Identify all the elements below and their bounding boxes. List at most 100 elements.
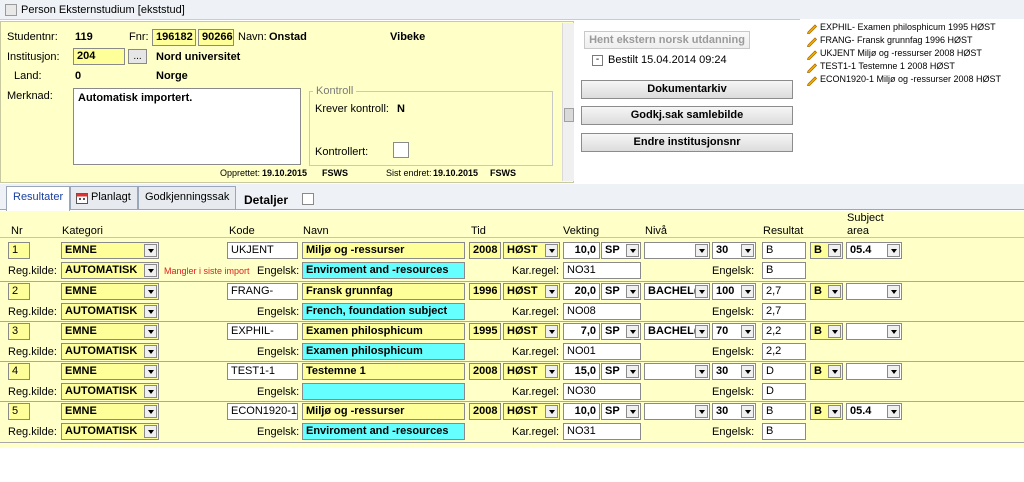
niva-kode-select[interactable]: 30 [712, 403, 756, 420]
subject-area-select[interactable]: 05.4 [846, 242, 902, 259]
dropdown-button[interactable] [695, 365, 708, 378]
dropdown-button[interactable] [545, 365, 558, 378]
dropdown-button[interactable] [545, 405, 558, 418]
document-item[interactable]: UKJENT Miljø og -ressurser 2008 HØST [806, 47, 1022, 60]
dropdown-button[interactable] [545, 325, 558, 338]
dropdown-button[interactable] [626, 285, 639, 298]
vekting-field[interactable]: 7,0 [563, 323, 600, 340]
kar-regel-field[interactable]: NO01 [563, 343, 641, 360]
header-scrollbar[interactable] [562, 23, 574, 181]
dropdown-button[interactable] [144, 405, 157, 418]
dropdown-button[interactable] [144, 264, 157, 277]
resultat-engelsk-field[interactable]: 2,7 [762, 303, 806, 320]
dropdown-button[interactable] [144, 285, 157, 298]
dropdown-button[interactable] [545, 244, 558, 257]
dropdown-button[interactable] [144, 385, 157, 398]
row-nr[interactable]: 1 [8, 242, 30, 259]
reg-kilde-select[interactable]: AUTOMATISK [61, 383, 159, 400]
resultat-engelsk-field[interactable]: 2,2 [762, 343, 806, 360]
subject-area-select[interactable] [846, 283, 902, 300]
dropdown-button[interactable] [695, 285, 708, 298]
endre-institusjonsnr-button[interactable]: Endre institusjonsnr [581, 133, 793, 152]
dropdown-button[interactable] [144, 365, 157, 378]
dropdown-button[interactable] [626, 405, 639, 418]
aar-field[interactable]: 1995 [469, 323, 501, 340]
dropdown-button[interactable] [144, 425, 157, 438]
kode-field[interactable]: FRANG- [227, 283, 298, 300]
dropdown-button[interactable] [887, 405, 900, 418]
dropdown-button[interactable] [887, 285, 900, 298]
dropdown-button[interactable] [626, 325, 639, 338]
kar-regel-field[interactable]: NO31 [563, 423, 641, 440]
reg-kilde-select[interactable]: AUTOMATISK [61, 423, 159, 440]
vekting-field[interactable]: 15,0 [563, 363, 600, 380]
fnr-date-field[interactable]: 196182 [152, 29, 196, 46]
kategori-select[interactable]: EMNE [61, 323, 159, 340]
fnr-number-field[interactable]: 90266 [198, 29, 234, 46]
resultat-select[interactable]: B [810, 363, 843, 380]
row-nr[interactable]: 5 [8, 403, 30, 420]
resultat-field[interactable]: D [762, 363, 806, 380]
resultat-select[interactable]: B [810, 242, 843, 259]
resultat-select[interactable]: B [810, 403, 843, 420]
merknad-textarea[interactable]: Automatisk importert. [73, 88, 301, 165]
dropdown-button[interactable] [741, 285, 754, 298]
reg-kilde-select[interactable]: AUTOMATISK [61, 262, 159, 279]
kategori-select[interactable]: EMNE [61, 242, 159, 259]
row-nr[interactable]: 3 [8, 323, 30, 340]
tab-planlagt[interactable]: Planlagt [70, 186, 138, 209]
niva-select[interactable]: BACHEL( [644, 323, 710, 340]
reg-kilde-select[interactable]: AUTOMATISK [61, 303, 159, 320]
termin-select[interactable]: HØST [503, 363, 560, 380]
kode-field[interactable]: UKJENT [227, 242, 298, 259]
niva-select[interactable] [644, 403, 710, 420]
vekting-field[interactable]: 10,0 [563, 242, 600, 259]
dropdown-button[interactable] [828, 405, 841, 418]
vekting-field[interactable]: 20,0 [563, 283, 600, 300]
dropdown-button[interactable] [828, 244, 841, 257]
kar-regel-field[interactable]: NO30 [563, 383, 641, 400]
resultat-field[interactable]: 2,7 [762, 283, 806, 300]
dropdown-button[interactable] [695, 325, 708, 338]
dokumentarkiv-button[interactable]: Dokumentarkiv [581, 80, 793, 99]
dropdown-button[interactable] [695, 244, 708, 257]
niva-select[interactable]: BACHEL( [644, 283, 710, 300]
kontrollert-checkbox[interactable] [393, 142, 409, 158]
dropdown-button[interactable] [144, 305, 157, 318]
niva-select[interactable] [644, 363, 710, 380]
aar-field[interactable]: 2008 [469, 242, 501, 259]
vekting-field[interactable]: 10,0 [563, 403, 600, 420]
aar-field[interactable]: 1996 [469, 283, 501, 300]
kar-regel-field[interactable]: NO08 [563, 303, 641, 320]
aar-field[interactable]: 2008 [469, 363, 501, 380]
dropdown-button[interactable] [626, 365, 639, 378]
resultat-engelsk-field[interactable]: B [762, 262, 806, 279]
termin-select[interactable]: HØST [503, 283, 560, 300]
resultat-engelsk-field[interactable]: D [762, 383, 806, 400]
kode-field[interactable]: TEST1-1 [227, 363, 298, 380]
kode-field[interactable]: EXPHIL- [227, 323, 298, 340]
vekt-enhet-select[interactable]: SP [601, 323, 641, 340]
dropdown-button[interactable] [741, 244, 754, 257]
document-item[interactable]: EXPHIL- Examen philosphicum 1995 HØST [806, 21, 1022, 34]
row-nr[interactable]: 4 [8, 363, 30, 380]
aar-field[interactable]: 2008 [469, 403, 501, 420]
kode-field[interactable]: ECON1920-1 [227, 403, 298, 420]
dropdown-button[interactable] [144, 244, 157, 257]
subject-area-select[interactable] [846, 323, 902, 340]
dropdown-button[interactable] [545, 285, 558, 298]
resultat-select[interactable]: B [810, 283, 843, 300]
row-nr[interactable]: 2 [8, 283, 30, 300]
termin-select[interactable]: HØST [503, 323, 560, 340]
engelsk-navn-field[interactable]: Enviroment and -resources [302, 423, 465, 440]
godkj-samlebilde-button[interactable]: Godkj.sak samlebilde [581, 106, 793, 125]
scrollbar-thumb[interactable] [564, 108, 574, 122]
dropdown-button[interactable] [887, 244, 900, 257]
navn-field[interactable]: Fransk grunnfag [302, 283, 465, 300]
engelsk-navn-field[interactable] [302, 383, 465, 400]
niva-select[interactable] [644, 242, 710, 259]
niva-kode-select[interactable]: 30 [712, 242, 756, 259]
dropdown-button[interactable] [741, 325, 754, 338]
bestilt-toggle[interactable]: - [592, 55, 603, 66]
engelsk-navn-field[interactable]: French, foundation subject [302, 303, 465, 320]
